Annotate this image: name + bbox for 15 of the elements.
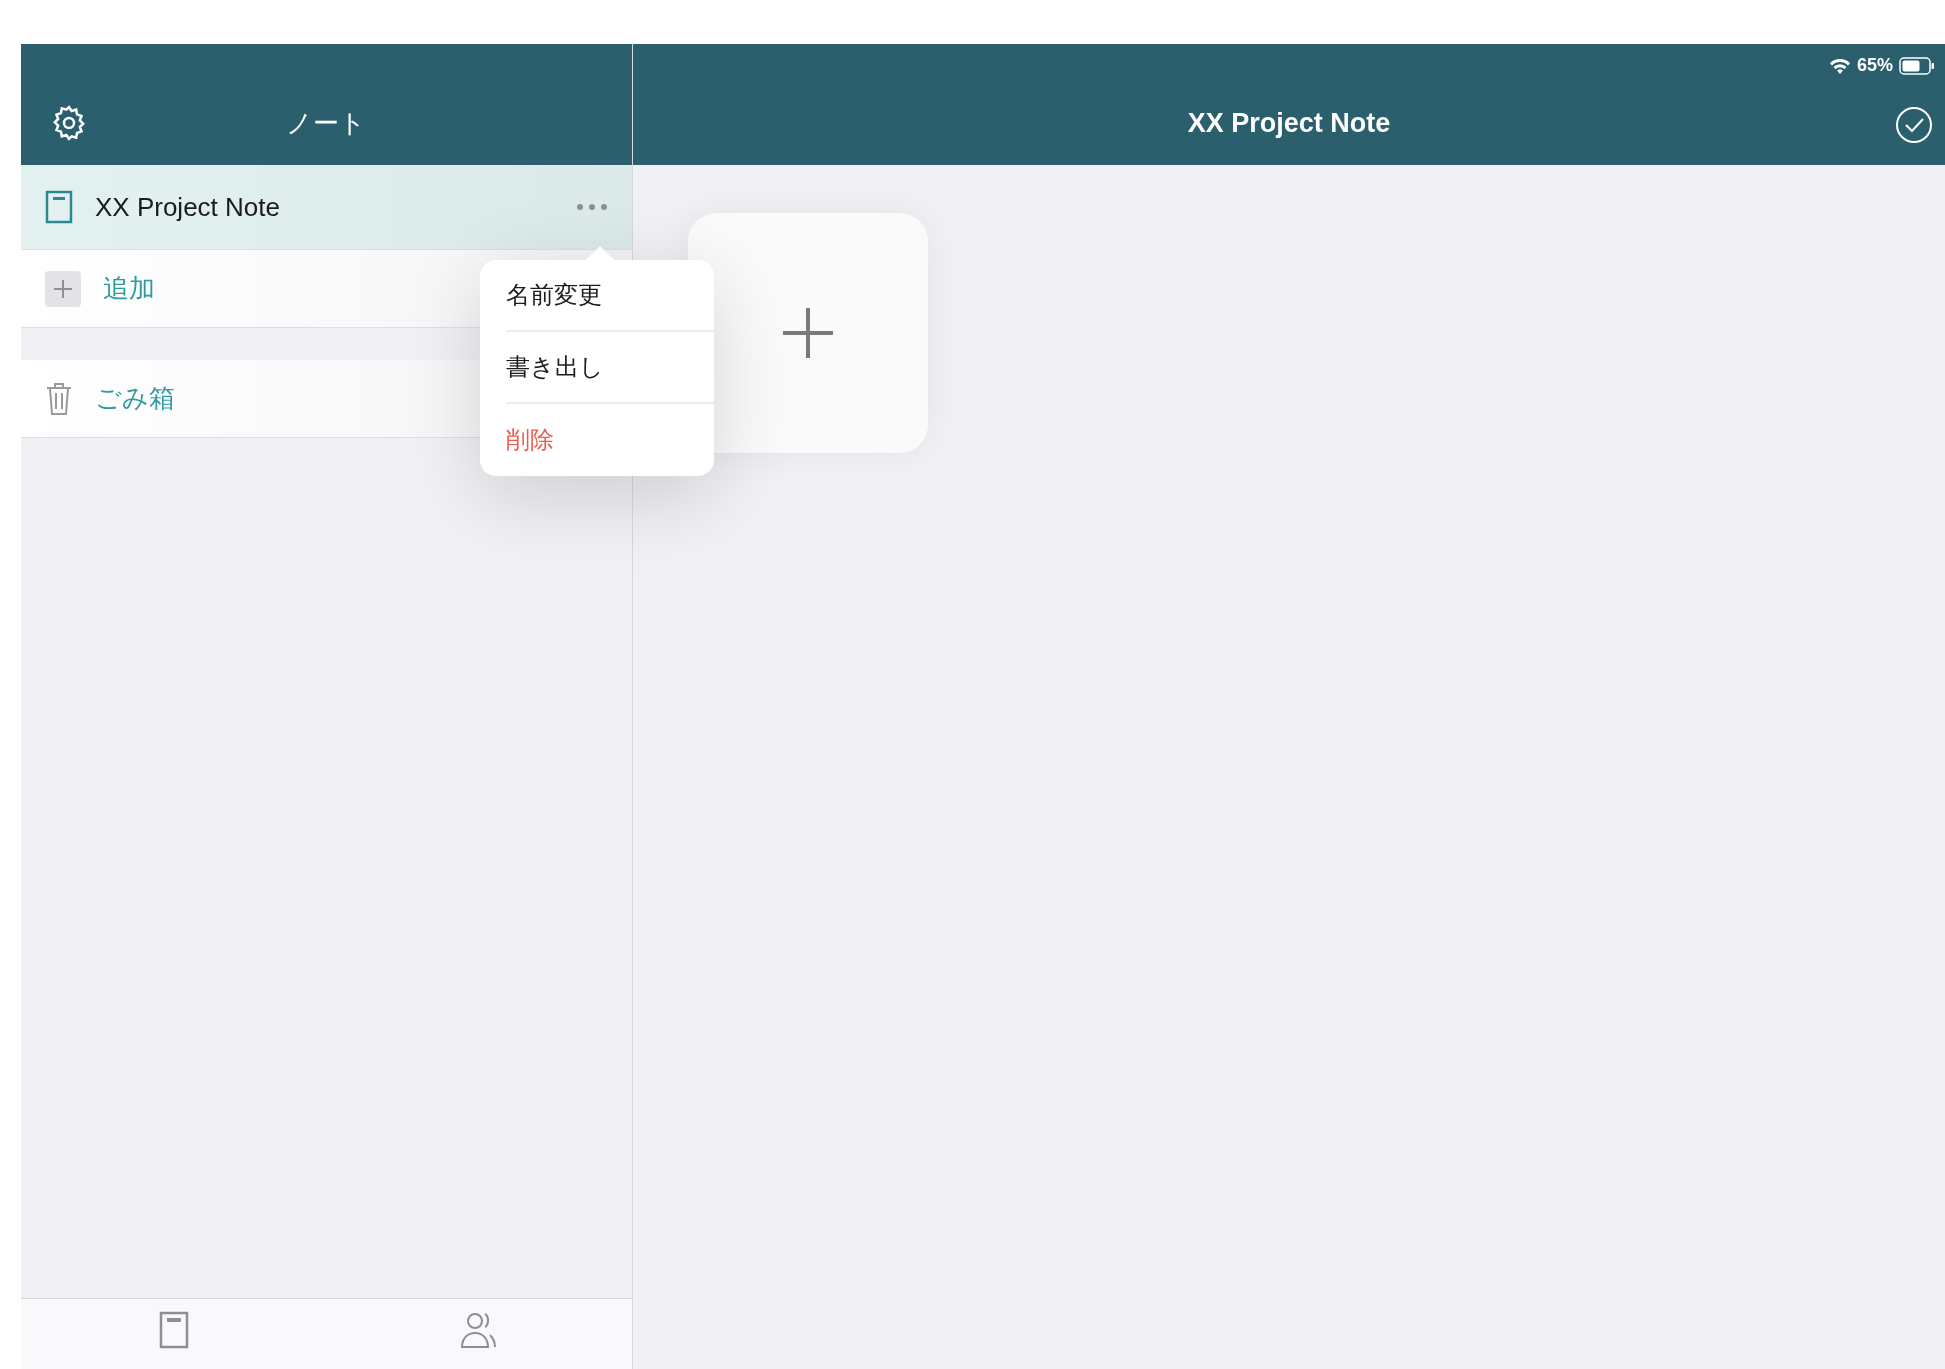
main-title: XX Project Note	[1187, 107, 1391, 141]
notebook-icon[interactable]	[158, 1311, 189, 1349]
menu-item[interactable]: 書き出し	[506, 332, 714, 404]
wifi-icon	[1828, 57, 1851, 74]
plus-icon	[781, 306, 835, 360]
plus-icon	[45, 270, 81, 307]
more-icon[interactable]	[576, 203, 608, 211]
menu-item[interactable]: 名前変更	[506, 260, 714, 332]
battery-percentage: 65%	[1856, 54, 1893, 77]
trash-icon	[45, 381, 73, 416]
sidebar-item[interactable]: XX Project Note	[21, 165, 632, 250]
check-circle-icon[interactable]	[1895, 106, 1933, 144]
notebook-icon	[45, 190, 73, 224]
sidebar-title: ノート	[286, 107, 366, 140]
battery-icon	[1899, 56, 1935, 75]
